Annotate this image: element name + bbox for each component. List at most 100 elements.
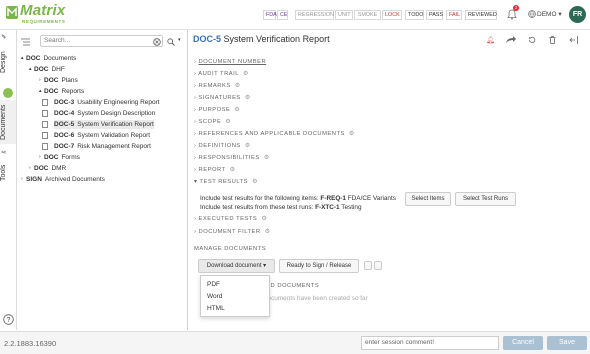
section-settings-icon[interactable]: ⚙: [235, 83, 241, 89]
section-scope[interactable]: › SCOPE ⚙: [194, 118, 231, 126]
user-avatar[interactable]: FR: [569, 6, 586, 23]
tab-tools[interactable]: Tools: [0, 160, 16, 186]
bell-alert-icon[interactable]: 🔔︎: [486, 36, 495, 44]
tree-node-key: DOC-4: [54, 110, 75, 117]
filter-reviewed-button[interactable]: REVIEWED: [465, 10, 497, 20]
section-document-number[interactable]: › DOCUMENT NUMBER: [194, 58, 266, 66]
section-executed-tests[interactable]: › EXECUTED TESTS ⚙: [194, 215, 267, 223]
chevron-down-icon: ▾: [558, 11, 562, 18]
tree-node-doc-5[interactable]: DOC-5 System Verification Report: [54, 120, 154, 129]
expand-caret-icon[interactable]: ▴: [29, 65, 32, 74]
collapse-icon[interactable]: ✎: [0, 32, 16, 40]
section-report[interactable]: › REPORT ⚙: [194, 166, 235, 174]
matrix-logo[interactable]: Matrix REQUIREMENTS: [6, 2, 68, 28]
tree-node-key: SIGN: [26, 176, 42, 183]
tree-node-key: DOC-3: [54, 99, 75, 106]
section-settings-icon[interactable]: ⚙: [252, 179, 258, 185]
document-icon: [42, 132, 48, 139]
section-settings-icon[interactable]: ⚙: [261, 216, 267, 222]
tree-node-label: DMR: [51, 165, 67, 172]
help-icon[interactable]: ?: [3, 314, 14, 325]
cancel-button[interactable]: Cancel: [503, 336, 543, 350]
filter-todo-button[interactable]: TODO: [405, 10, 424, 20]
search-icon[interactable]: [167, 38, 175, 46]
trash-icon[interactable]: [549, 36, 556, 44]
ready-to-sign-button[interactable]: Ready to Sign / Release: [279, 259, 359, 273]
collapse-panel-icon[interactable]: [569, 36, 578, 44]
session-comment-input[interactable]: enter session comment!: [361, 336, 499, 350]
section-settings-icon[interactable]: ⚙: [264, 155, 270, 161]
menu-item-html[interactable]: HTML: [207, 305, 225, 312]
filter-smoke-button[interactable]: SMOKE: [354, 10, 381, 20]
filter-fda-button[interactable]: FDA: [263, 10, 277, 20]
share-icon[interactable]: [505, 36, 516, 44]
section-signatures[interactable]: › SIGNATURES ⚙: [194, 94, 251, 102]
section-settings-icon[interactable]: ⚙: [245, 95, 251, 101]
tree-node-documents[interactable]: DOC Documents: [26, 54, 76, 63]
section-label: REMARKS: [198, 83, 231, 89]
left-rail: ✎ Design Documents ✂ Tools ?: [0, 30, 17, 330]
expand-caret-icon[interactable]: ▴: [39, 87, 42, 96]
section-settings-icon[interactable]: ⚙: [243, 71, 249, 77]
section-settings-icon[interactable]: ⚙: [230, 167, 236, 173]
tree-node-plans[interactable]: DOC Plans: [44, 76, 78, 85]
document-icon: [42, 110, 48, 117]
project-name: DEMO: [537, 11, 557, 18]
section-remarks[interactable]: › REMARKS ⚙: [194, 82, 240, 90]
section-settings-icon[interactable]: ⚙: [349, 131, 355, 137]
section-label: EXECUTED TESTS: [198, 216, 258, 222]
tree-node-dmr[interactable]: DOC DMR: [34, 164, 66, 173]
menu-item-word[interactable]: Word: [207, 293, 222, 300]
tree-node-doc-7[interactable]: DOC-7 Risk Management Report: [54, 142, 151, 151]
expand-caret-icon[interactable]: ›: [39, 76, 41, 85]
tab-documents[interactable]: Documents: [0, 100, 16, 144]
section-label: DOCUMENT NUMBER: [198, 59, 267, 65]
tree-node-forms[interactable]: DOC Forms: [44, 153, 80, 162]
settings-icon[interactable]: [364, 261, 372, 270]
history-icon[interactable]: [528, 36, 536, 44]
page-title: DOC-5 System Verification Report: [193, 34, 330, 44]
section-settings-icon[interactable]: ⚙: [265, 229, 271, 235]
tree-node-label: Documents: [43, 55, 77, 62]
expand-caret-icon[interactable]: ›: [21, 175, 23, 184]
tree-search-input[interactable]: Search...: [40, 35, 163, 47]
notification-badge: 2: [513, 5, 519, 11]
expand-caret-icon[interactable]: ›: [39, 153, 41, 162]
filter-fail-button[interactable]: FAIL: [446, 10, 462, 20]
tree-node-doc-6[interactable]: DOC-6 System Validation Report: [54, 131, 150, 140]
tree-node-doc-3[interactable]: DOC-3 Usability Engineering Report: [54, 98, 160, 107]
project-selector[interactable]: DEMO ▾: [537, 10, 562, 18]
select-test-runs-button[interactable]: Select Test Runs: [455, 192, 516, 206]
filter-regression-button[interactable]: REGRESSION: [295, 10, 334, 20]
select-items-button[interactable]: Select Items: [405, 192, 451, 206]
expand-caret-icon[interactable]: ›: [29, 164, 31, 173]
filter-lock-button[interactable]: LOCK: [382, 10, 402, 20]
tree-node-key: DOC-6: [54, 132, 75, 139]
filter-unit-button[interactable]: UNIT: [335, 10, 353, 20]
list-icon[interactable]: [374, 261, 382, 270]
menu-item-pdf[interactable]: PDF: [207, 281, 220, 288]
tree-node-reports[interactable]: DOC Reports: [44, 87, 84, 96]
section-settings-icon[interactable]: ⚙: [245, 143, 251, 149]
section-test-results[interactable]: ▾ TEST RESULTS ⚙: [194, 178, 258, 186]
section-references-and-applicable-documents[interactable]: › REFERENCES AND APPLICABLE DOCUMENTS ⚙: [194, 130, 355, 138]
expand-caret-icon[interactable]: ▴: [21, 54, 24, 63]
search-options-icon[interactable]: ▾: [178, 37, 181, 43]
tree-node-dhf[interactable]: DOC DHF: [34, 65, 65, 74]
section-document-filter[interactable]: › DOCUMENT FILTER ⚙: [194, 228, 270, 236]
section-settings-icon[interactable]: ⚙: [225, 119, 231, 125]
filter-ce-button[interactable]: CE: [277, 10, 288, 20]
tree-node-archived[interactable]: SIGN Archived Documents: [26, 175, 105, 184]
section-audit-trail[interactable]: › AUDIT TRAIL ⚙: [194, 70, 249, 78]
section-settings-icon[interactable]: ⚙: [234, 107, 240, 113]
section-responsibilities[interactable]: › RESPONSIBILITIES ⚙: [194, 154, 269, 162]
download-document-button[interactable]: Download document ▾: [198, 259, 275, 273]
section-definitions[interactable]: › DEFINITIONS ⚙: [194, 142, 250, 150]
tree-node-doc-4[interactable]: DOC-4 System Design Description: [54, 109, 155, 118]
section-purpose[interactable]: › PURPOSE ⚙: [194, 106, 240, 114]
save-button[interactable]: Save: [547, 336, 587, 350]
tab-design[interactable]: Design: [0, 46, 16, 78]
filter-pass-button[interactable]: PASS: [426, 10, 443, 20]
section-label: SCOPE: [198, 119, 222, 125]
tree-settings-icon[interactable]: [21, 38, 30, 46]
